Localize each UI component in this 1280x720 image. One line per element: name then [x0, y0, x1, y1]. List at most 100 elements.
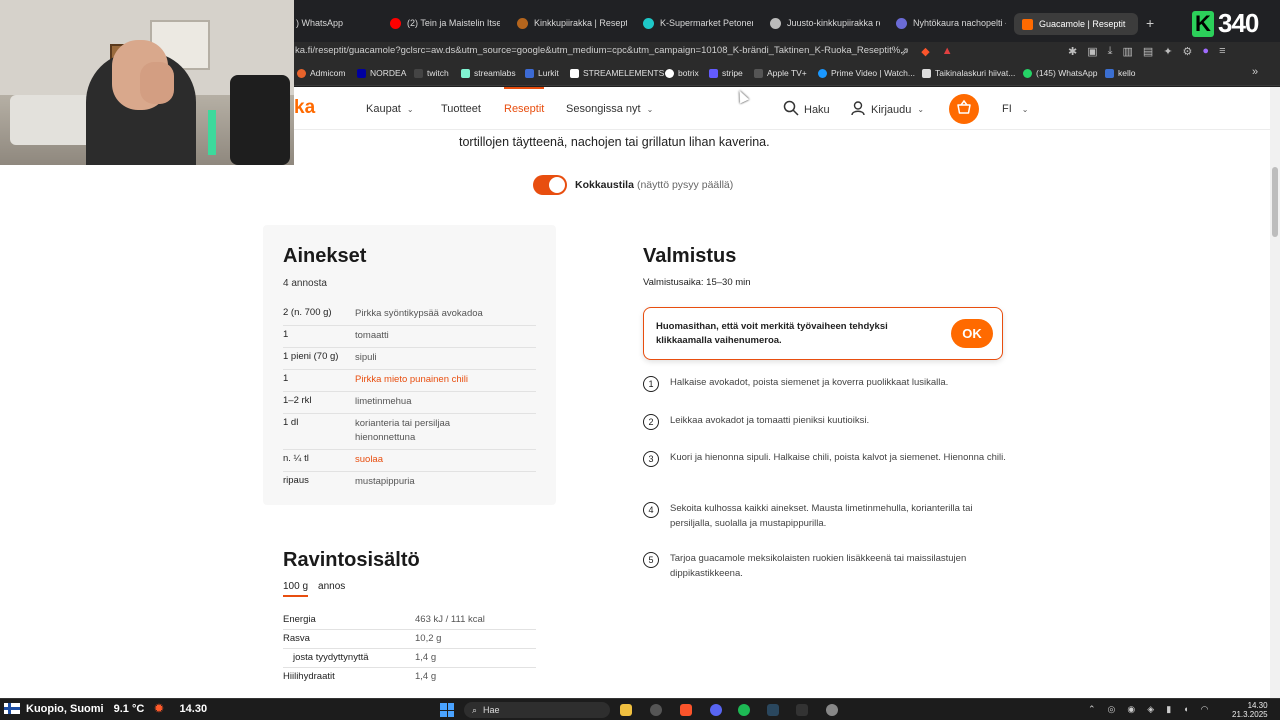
site-logo[interactable]: ka	[294, 97, 315, 119]
brave-icon[interactable]	[680, 704, 692, 716]
step-number-button[interactable]: 1	[643, 376, 659, 392]
spotify-icon[interactable]	[738, 704, 750, 716]
scrollbar-thumb[interactable]	[1272, 167, 1278, 237]
speaker-icon[interactable]: ◖	[1183, 704, 1188, 715]
step-item: 2 Leikkaa avokadot ja tomaatti pieniksi …	[643, 413, 1008, 430]
windows-start-icon[interactable]	[440, 703, 454, 717]
sidebar-icon[interactable]: ▣	[1087, 45, 1097, 58]
extensions-icon[interactable]: ✱	[1068, 45, 1077, 58]
search-button[interactable]: Haku	[783, 100, 830, 119]
login-button[interactable]: Kirjaudu ⌄	[850, 100, 924, 119]
chevron-down-icon: ⌄	[406, 104, 414, 114]
recipe-site-icon	[896, 17, 907, 29]
weather-widget[interactable]: Kuopio, Suomi 9.1 °C ✹ 14.30	[4, 702, 207, 715]
ingredient-product-link[interactable]: suolaa	[355, 453, 536, 467]
tab-per-serving[interactable]: annos	[318, 581, 345, 597]
bookmark-streamelements[interactable]: STREAMELEMENTS	[570, 68, 664, 78]
bookmark-prime-video[interactable]: Prime Video | Watch...	[818, 68, 915, 78]
discord-icon[interactable]	[710, 704, 722, 716]
vpn-icon[interactable]: ⚙	[1183, 45, 1193, 58]
more-bookmarks-icon[interactable]: »	[1252, 66, 1258, 78]
notice-ok-button[interactable]: OK	[951, 319, 993, 348]
tab-youtube[interactable]: (2) Tein ja Maistelin Itsetet	[390, 12, 500, 34]
bookmark-streamlabs[interactable]: streamlabs	[461, 68, 516, 78]
file-explorer-icon[interactable]	[620, 704, 632, 716]
ingredient-row: 1 dl korianteria tai persiljaa hienonnett…	[283, 414, 536, 450]
wallet-icon[interactable]: ▤	[1143, 45, 1153, 58]
cook-mode-toggle[interactable]	[533, 175, 567, 195]
bookmark-whatsapp[interactable]: (145) WhatsApp	[1023, 68, 1097, 78]
tab-per-100g[interactable]: 100 g	[283, 581, 309, 597]
bookmark-lurkit[interactable]: Lurkit	[525, 68, 559, 78]
bookmark-kello[interactable]: kello	[1105, 68, 1135, 78]
ingredient-row: ripaus mustapippuria	[283, 472, 536, 493]
tab-label: K-Supermarket Petonen |	[660, 18, 753, 28]
location-label: Kuopio, Suomi	[26, 702, 104, 715]
bookmark-botrix[interactable]: botrix	[665, 68, 699, 78]
bookmarks-icon[interactable]: ▥	[1123, 45, 1133, 58]
app-tray-icon[interactable]: ◈	[1147, 704, 1154, 715]
search-icon	[783, 100, 804, 119]
step-number-button[interactable]: 2	[643, 414, 659, 430]
bookmark-label: twitch	[427, 68, 449, 78]
botrix-icon	[665, 68, 674, 78]
ingredient-row: 1–2 rkl limetinmehua	[283, 392, 536, 414]
step-number-button[interactable]: 4	[643, 502, 659, 518]
nutrition-value: 1,4 g	[415, 652, 437, 663]
nav-kaupat[interactable]: Kaupat ⌄	[366, 103, 414, 115]
tab-whatsapp[interactable]: ) WhatsApp	[296, 12, 376, 34]
wifi-icon[interactable]: ◠	[1201, 704, 1209, 715]
network-icon[interactable]: ◎	[1108, 704, 1116, 715]
tab-nyhtokaura[interactable]: Nyhtökaura nachopelti - V	[896, 12, 1006, 34]
url-field[interactable]: ka.fi/reseptit/guacamole?gclsrc=aw.ds&ut…	[295, 45, 908, 56]
lurkit-icon	[525, 68, 534, 78]
servings-label[interactable]: 4 annosta	[283, 278, 327, 289]
leo-icon[interactable]: ✦	[1163, 45, 1172, 58]
bookmark-taikinalaskuri[interactable]: Taikinalaskuri hiivat...	[922, 68, 1015, 78]
brave-shield-icon[interactable]: ◆	[921, 45, 929, 58]
chevron-down-icon: ⌄	[646, 104, 654, 114]
tray-overflow-icon[interactable]: ⌃	[1088, 704, 1096, 715]
bookmark-twitch[interactable]: twitch	[414, 68, 449, 78]
menu-icon[interactable]: ≡	[1219, 45, 1225, 58]
cart-button[interactable]	[949, 94, 979, 124]
nav-sesongissa-nyt[interactable]: Sesongissa nyt ⌄	[566, 103, 653, 115]
downloads-icon[interactable]: ⤓	[1108, 45, 1113, 58]
nav-reseptit[interactable]: Reseptit	[504, 103, 544, 115]
epic-games-icon[interactable]	[796, 704, 808, 716]
language-selector[interactable]: FI ⌄	[1002, 103, 1028, 115]
bookmark-admicom[interactable]: Admicom	[297, 68, 345, 78]
profile-icon[interactable]: ●	[1202, 45, 1209, 58]
tab-kinkkupiirakka[interactable]: Kinkkupiirakka | Reseptit |	[517, 12, 627, 34]
nav-label: Kaupat	[366, 103, 401, 115]
bookmark-label: botrix	[678, 68, 699, 78]
app-tray-icon[interactable]: ◉	[1127, 704, 1135, 715]
system-clock[interactable]: 14.30 21.3.2025	[1232, 701, 1268, 719]
brave-rewards-icon[interactable]: ▲	[942, 45, 953, 58]
new-tab-button[interactable]: +	[1146, 15, 1154, 31]
temperature-label: 9.1 °C	[113, 702, 145, 715]
close-tab-icon[interactable]: ✕	[1137, 19, 1138, 30]
step-item: 3 Kuori ja hienonna sipuli. Halkaise chi…	[643, 450, 1008, 467]
notice-text: Huomasithan, että voit merkitä työvaihee…	[656, 321, 888, 346]
bookmark-apple-tv[interactable]: Apple TV+	[754, 68, 807, 78]
tab-juusto-kinkkupiirakka[interactable]: Juusto-kinkkupiirakka resep	[770, 12, 880, 34]
ingredient-row: n. ¼ tl suolaa	[283, 450, 536, 472]
bookmark-nordea[interactable]: NORDEA	[357, 68, 406, 78]
nav-tuotteet[interactable]: Tuotteet	[441, 103, 481, 115]
microphone-icon[interactable]: ▮	[1166, 704, 1171, 715]
prep-time: Valmistusaika: 15–30 min	[643, 277, 751, 288]
taskbar-search-input[interactable]: ⌕ Hae	[464, 702, 610, 718]
steam-icon[interactable]	[767, 704, 779, 716]
chrome-icon[interactable]	[650, 704, 662, 716]
tab-k-supermarket[interactable]: K-Supermarket Petonen |	[643, 12, 753, 34]
page-scrollbar[interactable]	[1270, 87, 1280, 698]
share-icon[interactable]: ⇗	[900, 45, 909, 58]
ingredient-product-link[interactable]: Pirkka mieto punainen chili	[355, 373, 536, 387]
preparation-title: Valmistus	[643, 245, 737, 267]
bookmark-stripe[interactable]: stripe	[709, 68, 743, 78]
tab-guacamole[interactable]: Guacamole | Reseptit ✕	[1014, 13, 1138, 35]
step-number-button[interactable]: 5	[643, 552, 659, 568]
step-number-button[interactable]: 3	[643, 451, 659, 467]
settings-icon[interactable]	[826, 704, 838, 716]
